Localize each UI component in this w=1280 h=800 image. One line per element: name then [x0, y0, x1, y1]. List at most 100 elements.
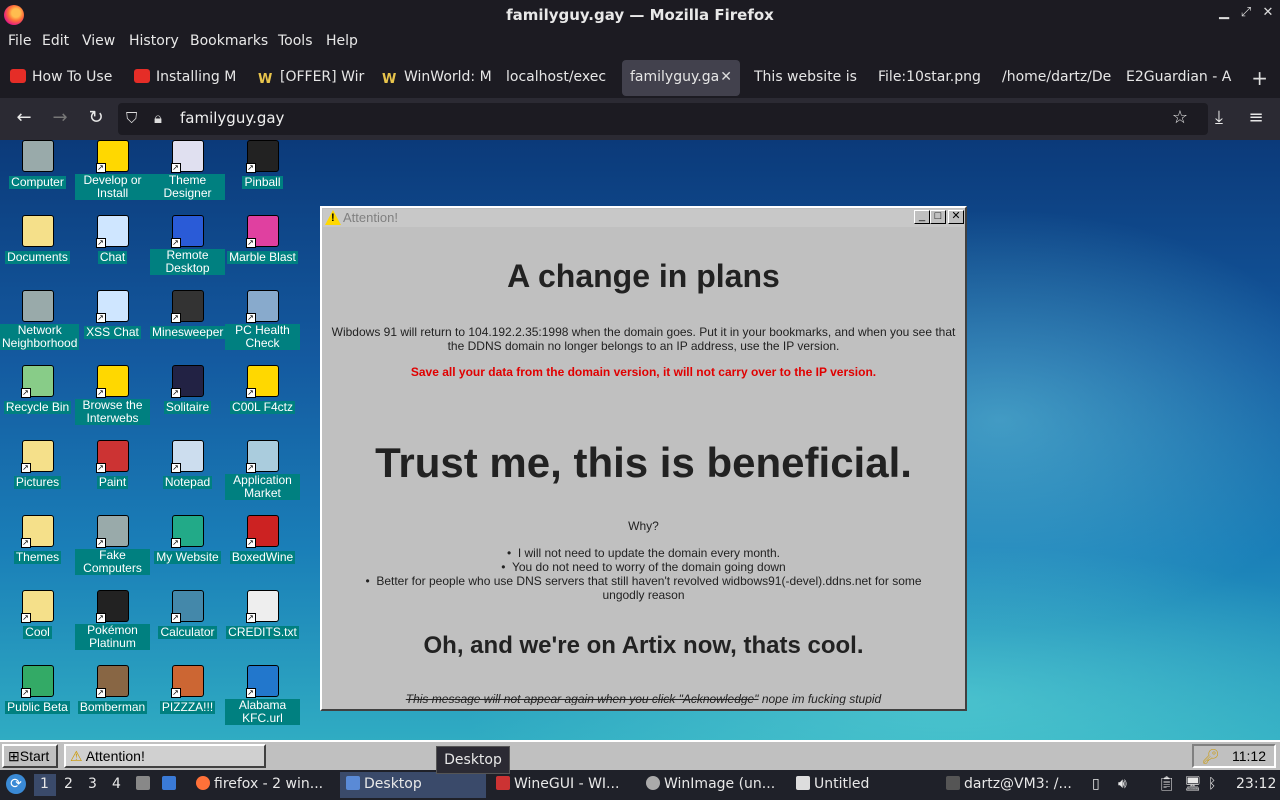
- back-icon[interactable]: ←: [12, 107, 36, 128]
- battery-icon[interactable]: ▯: [1092, 776, 1100, 792]
- dialog-titlebar[interactable]: Attention! _ □ ✕: [323, 209, 964, 227]
- tab[interactable]: /home/dartz/De: [1002, 60, 1112, 96]
- dialog-maximize-icon[interactable]: □: [930, 210, 946, 224]
- restore-icon[interactable]: ⤢: [1238, 5, 1254, 23]
- shield-icon[interactable]: ⛉: [126, 109, 137, 127]
- desktop-icon[interactable]: ↗ Alabama KFC.url: [225, 665, 300, 726]
- shortcut-arrow-icon: ↗: [245, 313, 256, 323]
- show-desktop-icon[interactable]: [162, 776, 180, 792]
- app-icon: ↗: [245, 365, 279, 398]
- workspace-1[interactable]: 1: [34, 774, 56, 796]
- dialog-close-icon[interactable]: ✕: [948, 210, 964, 224]
- tab[interactable]: File:10star.png: [878, 60, 988, 96]
- reload-icon[interactable]: ↻: [84, 107, 108, 128]
- desktop-icon[interactable]: ↗ Browse the Interwebs: [75, 365, 150, 426]
- desktop-icon[interactable]: ↗ My Website: [150, 515, 225, 565]
- tab-close-icon[interactable]: ✕: [720, 69, 732, 85]
- desktop-icon[interactable]: ↗ Bomberman: [75, 665, 150, 715]
- tab[interactable]: localhost/exec: [506, 60, 616, 96]
- workspace-3[interactable]: 3: [88, 776, 97, 792]
- start-button[interactable]: ⊞Start: [2, 744, 58, 768]
- shortcut-arrow-icon: ↗: [170, 238, 181, 248]
- desktop-icon[interactable]: Network Neighborhood: [0, 290, 80, 351]
- desktop-icon[interactable]: ↗ Develop or Install: [75, 140, 150, 201]
- warning-text: Save all your data from the domain versi…: [410, 365, 877, 379]
- network-icon[interactable]: 🖥︎: [1184, 776, 1202, 792]
- url-text[interactable]: familyguy.gay: [180, 109, 284, 127]
- forward-icon[interactable]: →: [48, 107, 72, 128]
- desktop-icon[interactable]: ↗ XSS Chat: [75, 290, 150, 340]
- menu-view[interactable]: View: [82, 33, 115, 49]
- shortcut-arrow-icon: ↗: [95, 163, 106, 173]
- desktop-icon[interactable]: ↗ Public Beta: [0, 665, 75, 715]
- desktop-icon[interactable]: ↗ Marble Blast: [225, 215, 300, 265]
- desktop-icon[interactable]: ↗ Cool: [0, 590, 75, 640]
- dialog-body: A change in plans Wibdows 91 will return…: [328, 234, 959, 705]
- desktop-icon[interactable]: ↗ Theme Designer: [150, 140, 225, 201]
- hamburger-menu-icon[interactable]: ≡: [1244, 107, 1268, 128]
- desktop-icon[interactable]: ↗ Pictures: [0, 440, 75, 490]
- desktop-icon[interactable]: ↗ Notepad: [150, 440, 225, 490]
- tab-label: familyguy.ga: [630, 69, 720, 85]
- desktop-icon[interactable]: Documents: [0, 215, 75, 265]
- panel-task[interactable]: firefox - 2 win...: [190, 772, 336, 798]
- tab-active[interactable]: familyguy.ga ✕: [622, 60, 740, 96]
- desktop-icon[interactable]: ↗ Pinball: [225, 140, 300, 190]
- window-title: familyguy.gay — Mozilla Firefox: [506, 6, 774, 24]
- clipboard-icon[interactable]: 📋︎: [1158, 776, 1176, 792]
- taskbar-item-attention[interactable]: ⚠ Attention!: [64, 744, 266, 768]
- volume-icon[interactable]: 🔊︎: [1118, 776, 1127, 792]
- desktop-icon[interactable]: ↗ Minesweeper: [150, 290, 226, 340]
- panel-task[interactable]: WineGUI - WI...: [490, 772, 636, 798]
- close-icon[interactable]: ✕: [1260, 5, 1276, 23]
- file-manager-icon[interactable]: [136, 776, 154, 792]
- desktop-icon[interactable]: ↗ Calculator: [150, 590, 225, 640]
- desktop-icon[interactable]: ↗ Fake Computers: [75, 515, 150, 576]
- tab[interactable]: W [OFFER] Wir: [258, 60, 368, 96]
- menu-help[interactable]: Help: [326, 33, 358, 49]
- desktop-icon[interactable]: ↗ CREDITS.txt: [225, 590, 300, 640]
- menu-history[interactable]: History: [129, 33, 179, 49]
- lock-icon[interactable]: 🔒︎: [154, 109, 162, 127]
- panel-task[interactable]: WinImage (un...: [640, 772, 786, 798]
- panel-clock[interactable]: 23:12: [1236, 776, 1276, 792]
- tab[interactable]: How To Use: [10, 60, 120, 96]
- desktop-icon[interactable]: ↗ BoxedWine: [225, 515, 300, 565]
- bookmark-star-icon[interactable]: ☆: [1168, 107, 1192, 128]
- desktop-icon[interactable]: Computer: [0, 140, 75, 190]
- panel-task[interactable]: Untitled: [790, 772, 936, 798]
- tab[interactable]: W WinWorld: M: [382, 60, 492, 96]
- downloads-icon[interactable]: ⤓: [1207, 107, 1231, 128]
- bluetooth-icon[interactable]: ᛒ: [1208, 776, 1216, 792]
- workspace-2[interactable]: 2: [64, 776, 73, 792]
- menu-bookmarks[interactable]: Bookmarks: [190, 33, 268, 49]
- desktop-icon[interactable]: ↗ C00L F4ctz: [225, 365, 300, 415]
- shortcut-arrow-icon: ↗: [170, 163, 181, 173]
- minimize-icon[interactable]: ▁: [1216, 5, 1232, 23]
- workspace-4[interactable]: 4: [112, 776, 121, 792]
- desktop-icon[interactable]: ↗ PIZZZA!!!: [150, 665, 225, 715]
- desktop-icon[interactable]: ↗ Themes: [0, 515, 75, 565]
- heading-artix: Oh, and we're on Artix now, thats cool.: [423, 632, 864, 659]
- desktop-icon[interactable]: ↗ Paint: [75, 440, 150, 490]
- desktop-icon[interactable]: ↗ Remote Desktop: [150, 215, 225, 276]
- menu-tools[interactable]: Tools: [278, 33, 313, 49]
- panel-task[interactable]: dartz@VM3: /...: [940, 772, 1086, 798]
- dialog-minimize-icon[interactable]: _: [914, 210, 930, 224]
- desktop-icon[interactable]: ↗ PC Health Check: [225, 290, 300, 351]
- new-tab-icon[interactable]: +: [1251, 66, 1268, 90]
- desktop-icon[interactable]: ↗ Application Market: [225, 440, 300, 501]
- menu-file[interactable]: File: [8, 33, 31, 49]
- tab[interactable]: This website is: [754, 60, 864, 96]
- desktop-icon[interactable]: ↗ Solitaire: [150, 365, 225, 415]
- desktop-icon[interactable]: ↗ Pokémon Platinum: [75, 590, 150, 651]
- desktop-icon[interactable]: ↗ Recycle Bin: [0, 365, 75, 415]
- tab[interactable]: E2Guardian - A: [1126, 60, 1236, 96]
- menu-edit[interactable]: Edit: [42, 33, 69, 49]
- panel-task-active[interactable]: Desktop: [340, 772, 486, 798]
- app-menu-icon[interactable]: ⟳: [6, 774, 26, 794]
- url-bar[interactable]: ⛉ 🔒︎ familyguy.gay: [118, 103, 1208, 135]
- desktop-icon[interactable]: ↗ Chat: [75, 215, 150, 265]
- tab[interactable]: Installing M: [134, 60, 244, 96]
- shortcut-arrow-icon: ↗: [170, 613, 181, 623]
